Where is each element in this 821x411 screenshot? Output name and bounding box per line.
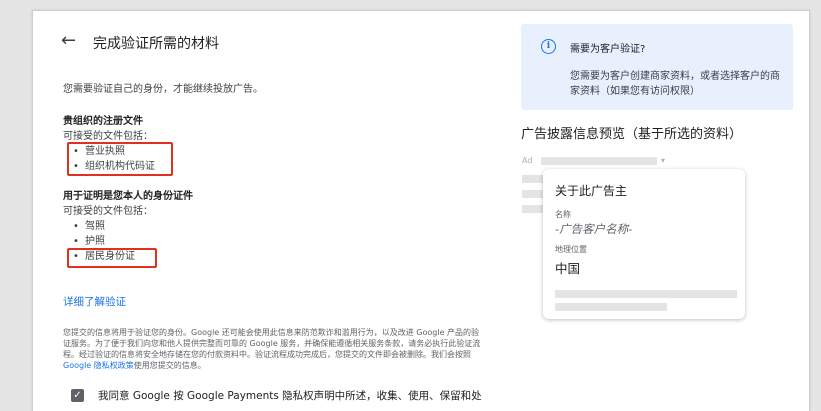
verification-dialog: ← 完成验证所需的材料 您需要验证自己的身份，才能继续投放广告。 贵组织的注册文… (32, 10, 810, 411)
list-item: 驾照 (73, 219, 135, 234)
ad-label: Ad (522, 156, 533, 165)
highlight-box (67, 248, 157, 268)
learn-more-link[interactable]: 详细了解验证 (63, 294, 126, 309)
info-title: 需要为客户验证? (570, 44, 646, 55)
preview-heading: 广告披露信息预览（基于所选的资料） (521, 127, 743, 142)
org-docs-title: 贵组织的注册文件 (63, 116, 143, 127)
placeholder-bar (541, 157, 657, 165)
privacy-notice-text-end: 使用您提交的信息。 (133, 361, 206, 370)
org-docs-subtitle: 可接受的文件包括： (63, 131, 153, 142)
name-value: -广告客户名称- (555, 222, 633, 236)
highlight-box (67, 142, 173, 176)
arrow-left-icon[interactable]: ← (61, 31, 76, 51)
advertiser-card: 关于此广告主 名称 -广告客户名称- 地理位置 中国 (543, 169, 745, 319)
privacy-policy-link[interactable]: Google 隐私权政策 (63, 361, 134, 370)
agree-text: 我同意 Google 按 Google Payments 隐私权声明中所述，收集… (98, 390, 482, 402)
info-text: 您需要为客户创建商家资料，或者选择客户的商家资料（如果您有访问权限） (570, 71, 780, 97)
placeholder-bar (555, 303, 667, 311)
location-value: 中国 (555, 261, 581, 276)
privacy-notice-text: 您提交的信息将用于验证您的身份。Google 还可能会使用此信息来防范欺诈和滥用… (63, 328, 481, 359)
id-docs-title: 用于证明是您本人的身份证件 (63, 191, 193, 202)
agree-checkbox[interactable]: ✓ (71, 389, 84, 402)
page-title: 完成验证所需的材料 (93, 36, 219, 52)
agree-row: ✓ 我同意 Google 按 Google Payments 隐私权声明中所述，… (71, 388, 482, 403)
name-label: 名称 (555, 210, 571, 219)
chevron-down-icon: ▾ (661, 156, 666, 165)
info-card: i 需要为客户验证? 您需要为客户创建商家资料，或者选择客户的商家资料（如果您有… (521, 24, 793, 110)
id-docs-subtitle: 可接受的文件包括： (63, 206, 153, 217)
privacy-notice: 您提交的信息将用于验证您的身份。Google 还可能会使用此信息来防范欺诈和滥用… (63, 327, 483, 371)
info-icon: i (541, 39, 556, 54)
placeholder-bar (555, 290, 737, 298)
check-icon: ✓ (73, 390, 82, 401)
list-item: 护照 (73, 234, 135, 249)
location-label: 地理位置 (555, 245, 587, 254)
advertiser-card-title: 关于此广告主 (555, 184, 628, 198)
intro-text: 您需要验证自己的身份，才能继续投放广告。 (63, 84, 263, 95)
